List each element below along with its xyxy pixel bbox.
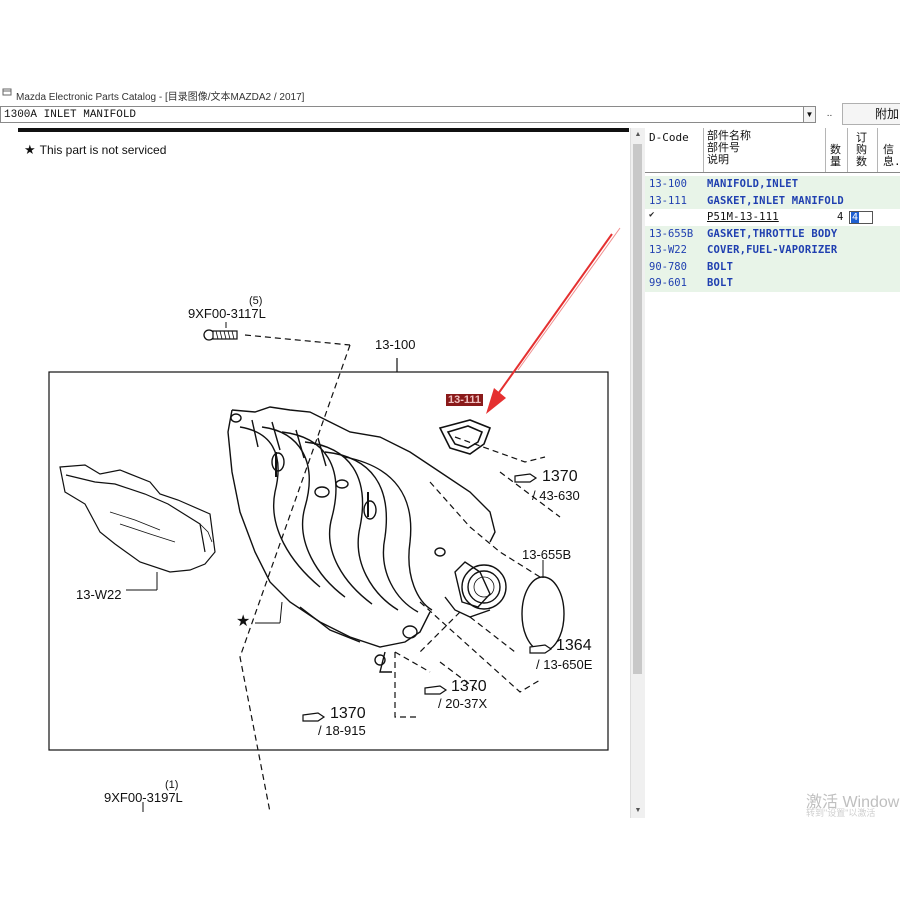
bolt-top-icon	[203, 329, 238, 341]
scroll-down-icon[interactable]: ▼	[631, 804, 645, 818]
parts-rows: 13-100 MANIFOLD,INLET 13-111 GASKET,INLE…	[645, 176, 900, 292]
row-checkbox-icon[interactable]: ✔	[649, 211, 658, 220]
app-icon	[2, 88, 12, 96]
gasket-throttle-label: 13-655B	[522, 547, 572, 562]
row-dcode[interactable]: 99-601	[649, 275, 687, 292]
toolbar: 1300A INLET MANIFOLD ▼ .. 附加	[0, 103, 900, 127]
ref-13-650e: / 13-650E	[536, 657, 593, 672]
ref-1370-b: 1370	[451, 678, 487, 695]
gasket-highlight-label: 13-111	[446, 394, 484, 406]
row-name[interactable]: MANIFOLD,INLET	[707, 176, 798, 193]
section-select[interactable]: 1300A INLET MANIFOLD	[0, 106, 804, 123]
ref-1364: 1364	[556, 637, 592, 654]
gasket-inlet-manifold	[438, 419, 492, 455]
ref-43-630: / 43-630	[532, 488, 580, 503]
window-title-bar: Mazda Electronic Parts Catalog - [目录图像/文…	[0, 84, 900, 104]
scroll-up-icon[interactable]: ▲	[631, 128, 645, 142]
row-dcode[interactable]: 13-100	[649, 176, 687, 193]
row-dcode[interactable]: 90-780	[649, 259, 687, 276]
ref-1370-c: 1370	[330, 705, 366, 722]
exploded-parts-diagram	[48, 227, 621, 812]
row-dcode[interactable]: 13-111	[649, 193, 687, 210]
bolt-bottom-code: 9XF00-3197L	[104, 790, 183, 805]
parts-row[interactable]: 90-780 BOLT	[645, 258, 900, 276]
attach-button[interactable]: 附加	[842, 103, 900, 125]
window-title: Mazda Electronic Parts Catalog - [目录图像/文…	[16, 92, 305, 103]
cover-label: 13-W22	[76, 587, 122, 602]
ref-20-37x: / 20-37X	[438, 696, 488, 711]
header-dcode[interactable]: D-Code	[649, 132, 689, 144]
activation-watermark-sub: 转到"设置"以激活	[806, 808, 876, 818]
parts-row[interactable]: 13-W22 COVER,FUEL-VAPORIZER	[645, 242, 900, 259]
header-qty-2: 量	[830, 155, 841, 168]
header-order-3: 数	[856, 155, 867, 168]
parts-list-header: D-Code 部件名称 部件号 说明 数 量 订 购 数 信 息.	[645, 128, 900, 173]
scroll-thumb[interactable]	[633, 144, 642, 674]
row-part-number[interactable]: P51M-13-111	[707, 209, 779, 226]
parts-subrow[interactable]: ✔ P51M-13-111 4 4	[645, 209, 900, 226]
fuel-vaporizer-cover	[59, 464, 216, 573]
header-info-2: 息.	[883, 155, 900, 168]
row-name[interactable]: COVER,FUEL-VAPORIZER	[707, 242, 837, 259]
row-dcode[interactable]: 13-W22	[649, 242, 687, 259]
parts-row[interactable]: 99-601 BOLT	[645, 275, 900, 292]
row-name[interactable]: GASKET,THROTTLE BODY	[707, 226, 837, 243]
parts-list-panel: D-Code 部件名称 部件号 说明 数 量 订 购 数 信 息. 13-100…	[645, 128, 900, 818]
row-name[interactable]: BOLT	[707, 259, 733, 276]
manifold-label: 13-100	[375, 337, 416, 352]
ref-1370-a: 1370	[542, 468, 578, 485]
row-name[interactable]: BOLT	[707, 275, 733, 292]
ref-18-915: / 18-915	[318, 723, 366, 738]
diagram-scrollbar[interactable]: ▲ ▼	[630, 128, 645, 818]
order-qty-value[interactable]: 4	[851, 212, 860, 223]
row-dcode[interactable]: 13-655B	[649, 226, 693, 243]
red-pointer-arrow	[486, 227, 621, 414]
parts-row[interactable]: 13-655B GASKET,THROTTLE BODY	[645, 225, 900, 243]
parts-row[interactable]: 13-100 MANIFOLD,INLET	[645, 176, 900, 193]
browse-button[interactable]: ..	[822, 106, 837, 123]
diagram-pane[interactable]: ★ This part is not serviced (5) 9XF00-31…	[0, 132, 629, 812]
parts-row[interactable]: 13-111 GASKET,INLET MANIFOLD	[645, 192, 900, 210]
header-name-line3: 说明	[707, 153, 729, 166]
bolt-top-code: 9XF00-3117L	[188, 306, 266, 321]
row-qty: 4	[837, 211, 844, 223]
order-qty-input[interactable]: 4	[849, 211, 873, 224]
not-serviced-star-icon: ★	[236, 613, 251, 630]
row-name[interactable]: GASKET,INLET MANIFOLD	[707, 193, 844, 210]
dropdown-arrow-icon[interactable]: ▼	[803, 106, 816, 123]
